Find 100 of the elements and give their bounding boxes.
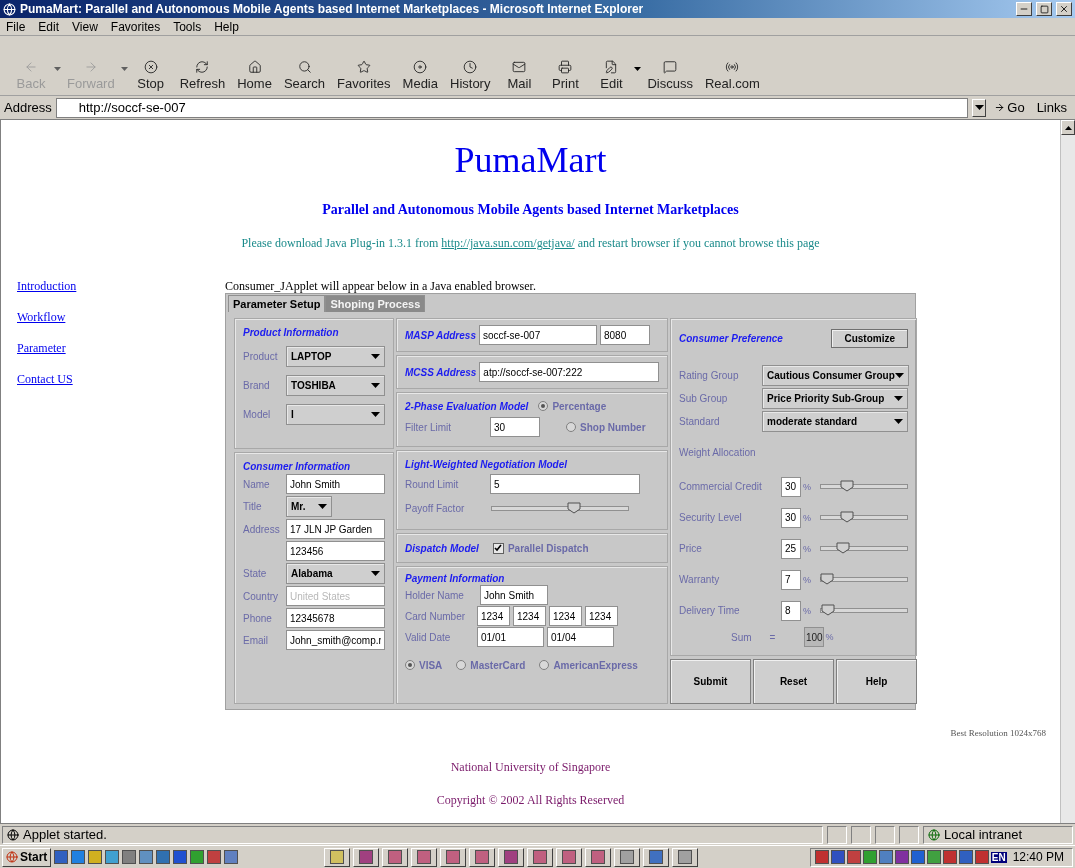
text-field[interactable]: 01/04 xyxy=(547,627,614,647)
start-button[interactable]: Start xyxy=(2,847,52,867)
text-field[interactable]: 30 xyxy=(781,507,801,528)
text-field[interactable]: 12345678 xyxy=(286,608,385,628)
radio-button[interactable] xyxy=(405,660,415,670)
launch-icon[interactable] xyxy=(54,850,69,864)
text-field[interactable]: 1234 xyxy=(585,606,618,626)
dropdown-button[interactable] xyxy=(972,98,987,117)
scroll-up-button[interactable] xyxy=(1061,120,1075,135)
task-button[interactable] xyxy=(527,847,554,867)
text-field[interactable]: 30 xyxy=(490,417,540,437)
text-field[interactable]: 7 xyxy=(781,569,801,590)
slider-thumb[interactable] xyxy=(835,542,850,554)
radio-button[interactable] xyxy=(539,660,550,670)
tray-icon[interactable] xyxy=(910,850,925,864)
language-indicator[interactable]: EN xyxy=(990,851,1007,863)
toolbar-button[interactable]: History xyxy=(444,60,497,91)
text-field[interactable]: John Smith xyxy=(480,585,548,605)
text-field[interactable]: 30 xyxy=(781,476,801,497)
text-field[interactable]: 1234 xyxy=(513,606,546,626)
launch-icon[interactable] xyxy=(88,850,103,864)
nav-link[interactable]: Parameter xyxy=(17,341,225,356)
tray-icon[interactable] xyxy=(846,850,861,864)
tray-icon[interactable] xyxy=(942,850,957,864)
nav-link[interactable]: Workflow xyxy=(17,310,225,325)
dropdown[interactable]: TOSHIBA xyxy=(286,375,385,396)
text-field[interactable]: 1234 xyxy=(477,606,510,626)
launch-icon[interactable] xyxy=(71,850,86,864)
go-button[interactable]: Go xyxy=(990,100,1029,115)
tray-icon[interactable] xyxy=(926,850,941,864)
menu-item[interactable]: View xyxy=(72,19,98,34)
toolbar-button[interactable]: Edit xyxy=(588,60,635,91)
tray-icon[interactable] xyxy=(878,850,893,864)
launch-icon[interactable] xyxy=(173,850,188,864)
text-field[interactable]: atp://soccf-se-007:222 xyxy=(479,362,659,382)
slider-thumb[interactable] xyxy=(820,604,835,616)
address-field[interactable]: http://soccf-se-007 xyxy=(55,97,969,118)
minimize-button[interactable] xyxy=(1016,2,1032,16)
text-field[interactable]: 5 xyxy=(490,474,640,494)
text-field[interactable]: John_smith@comp.r xyxy=(286,630,385,650)
toolbar-button[interactable]: Home xyxy=(231,60,278,91)
toolbar-button[interactable]: Media xyxy=(396,60,444,91)
text-field[interactable]: 25 xyxy=(781,538,801,559)
caret-icon[interactable] xyxy=(634,66,642,71)
toolbar-button[interactable]: Refresh xyxy=(173,60,232,91)
radio-button[interactable] xyxy=(566,422,576,432)
launch-icon[interactable] xyxy=(105,850,120,864)
nav-link[interactable]: Introduction xyxy=(17,279,225,294)
task-button[interactable] xyxy=(324,847,351,867)
toolbar-button[interactable]: Mail xyxy=(496,60,543,91)
menu-item[interactable]: Tools xyxy=(173,19,202,34)
task-button[interactable] xyxy=(585,847,612,867)
task-button[interactable] xyxy=(614,847,641,867)
launch-icon[interactable] xyxy=(139,850,154,864)
toolbar-button[interactable]: Search xyxy=(277,60,332,91)
tab[interactable]: Parameter Setup xyxy=(228,295,326,312)
toolbar-button[interactable]: Stop xyxy=(127,60,174,91)
toolbar-button[interactable]: Print xyxy=(542,60,589,91)
task-button[interactable] xyxy=(498,847,525,867)
toolbar-button[interactable]: Favorites xyxy=(331,60,397,91)
slider-track[interactable] xyxy=(491,505,629,511)
task-button[interactable] xyxy=(411,847,438,867)
download-link[interactable]: http://java.sun.com/getjava/ xyxy=(441,236,575,250)
menu-item[interactable]: Help xyxy=(214,19,239,34)
text-field[interactable]: 17 JLN JP Garden xyxy=(286,519,385,539)
tray-icon[interactable] xyxy=(894,850,909,864)
task-button[interactable] xyxy=(556,847,583,867)
text-field[interactable]: John Smith xyxy=(286,474,385,494)
task-button[interactable] xyxy=(440,847,467,867)
task-button[interactable] xyxy=(672,847,699,867)
tray-icon[interactable] xyxy=(830,850,845,864)
dropdown[interactable]: Alabama xyxy=(286,563,385,584)
task-button[interactable] xyxy=(643,847,670,867)
dropdown[interactable]: Mr. xyxy=(286,496,332,517)
text-field[interactable]: 1234 xyxy=(549,606,582,626)
slider-thumb[interactable] xyxy=(839,480,854,492)
close-button[interactable] xyxy=(1056,2,1072,16)
scrollbar[interactable] xyxy=(1060,120,1075,823)
dropdown[interactable]: Cautious Consumer Group xyxy=(762,365,909,386)
slider-thumb[interactable] xyxy=(820,573,834,585)
tray-icon[interactable] xyxy=(814,850,829,864)
tray-icon[interactable] xyxy=(974,850,989,864)
action-button[interactable]: Reset xyxy=(753,659,834,704)
tray-icon[interactable] xyxy=(958,850,973,864)
launch-icon[interactable] xyxy=(207,850,222,864)
text-field[interactable]: 8080 xyxy=(599,325,650,345)
action-button[interactable]: Help xyxy=(836,659,917,704)
tray-icon[interactable] xyxy=(862,850,877,864)
menu-item[interactable]: File xyxy=(6,19,26,34)
maximize-button[interactable] xyxy=(1036,2,1052,16)
toolbar-button[interactable]: Real.com xyxy=(698,60,766,91)
action-button[interactable]: Submit xyxy=(670,659,751,704)
dropdown[interactable]: Price Priority Sub-Group xyxy=(762,388,908,409)
slider-thumb[interactable] xyxy=(566,501,581,514)
dropdown[interactable]: I xyxy=(286,404,385,425)
text-field[interactable]: 123456 xyxy=(286,541,385,561)
menu-item[interactable]: Favorites xyxy=(110,19,161,34)
task-button[interactable] xyxy=(353,847,380,867)
dropdown[interactable]: LAPTOP xyxy=(286,346,385,367)
customize-button[interactable]: Customize xyxy=(831,328,908,348)
